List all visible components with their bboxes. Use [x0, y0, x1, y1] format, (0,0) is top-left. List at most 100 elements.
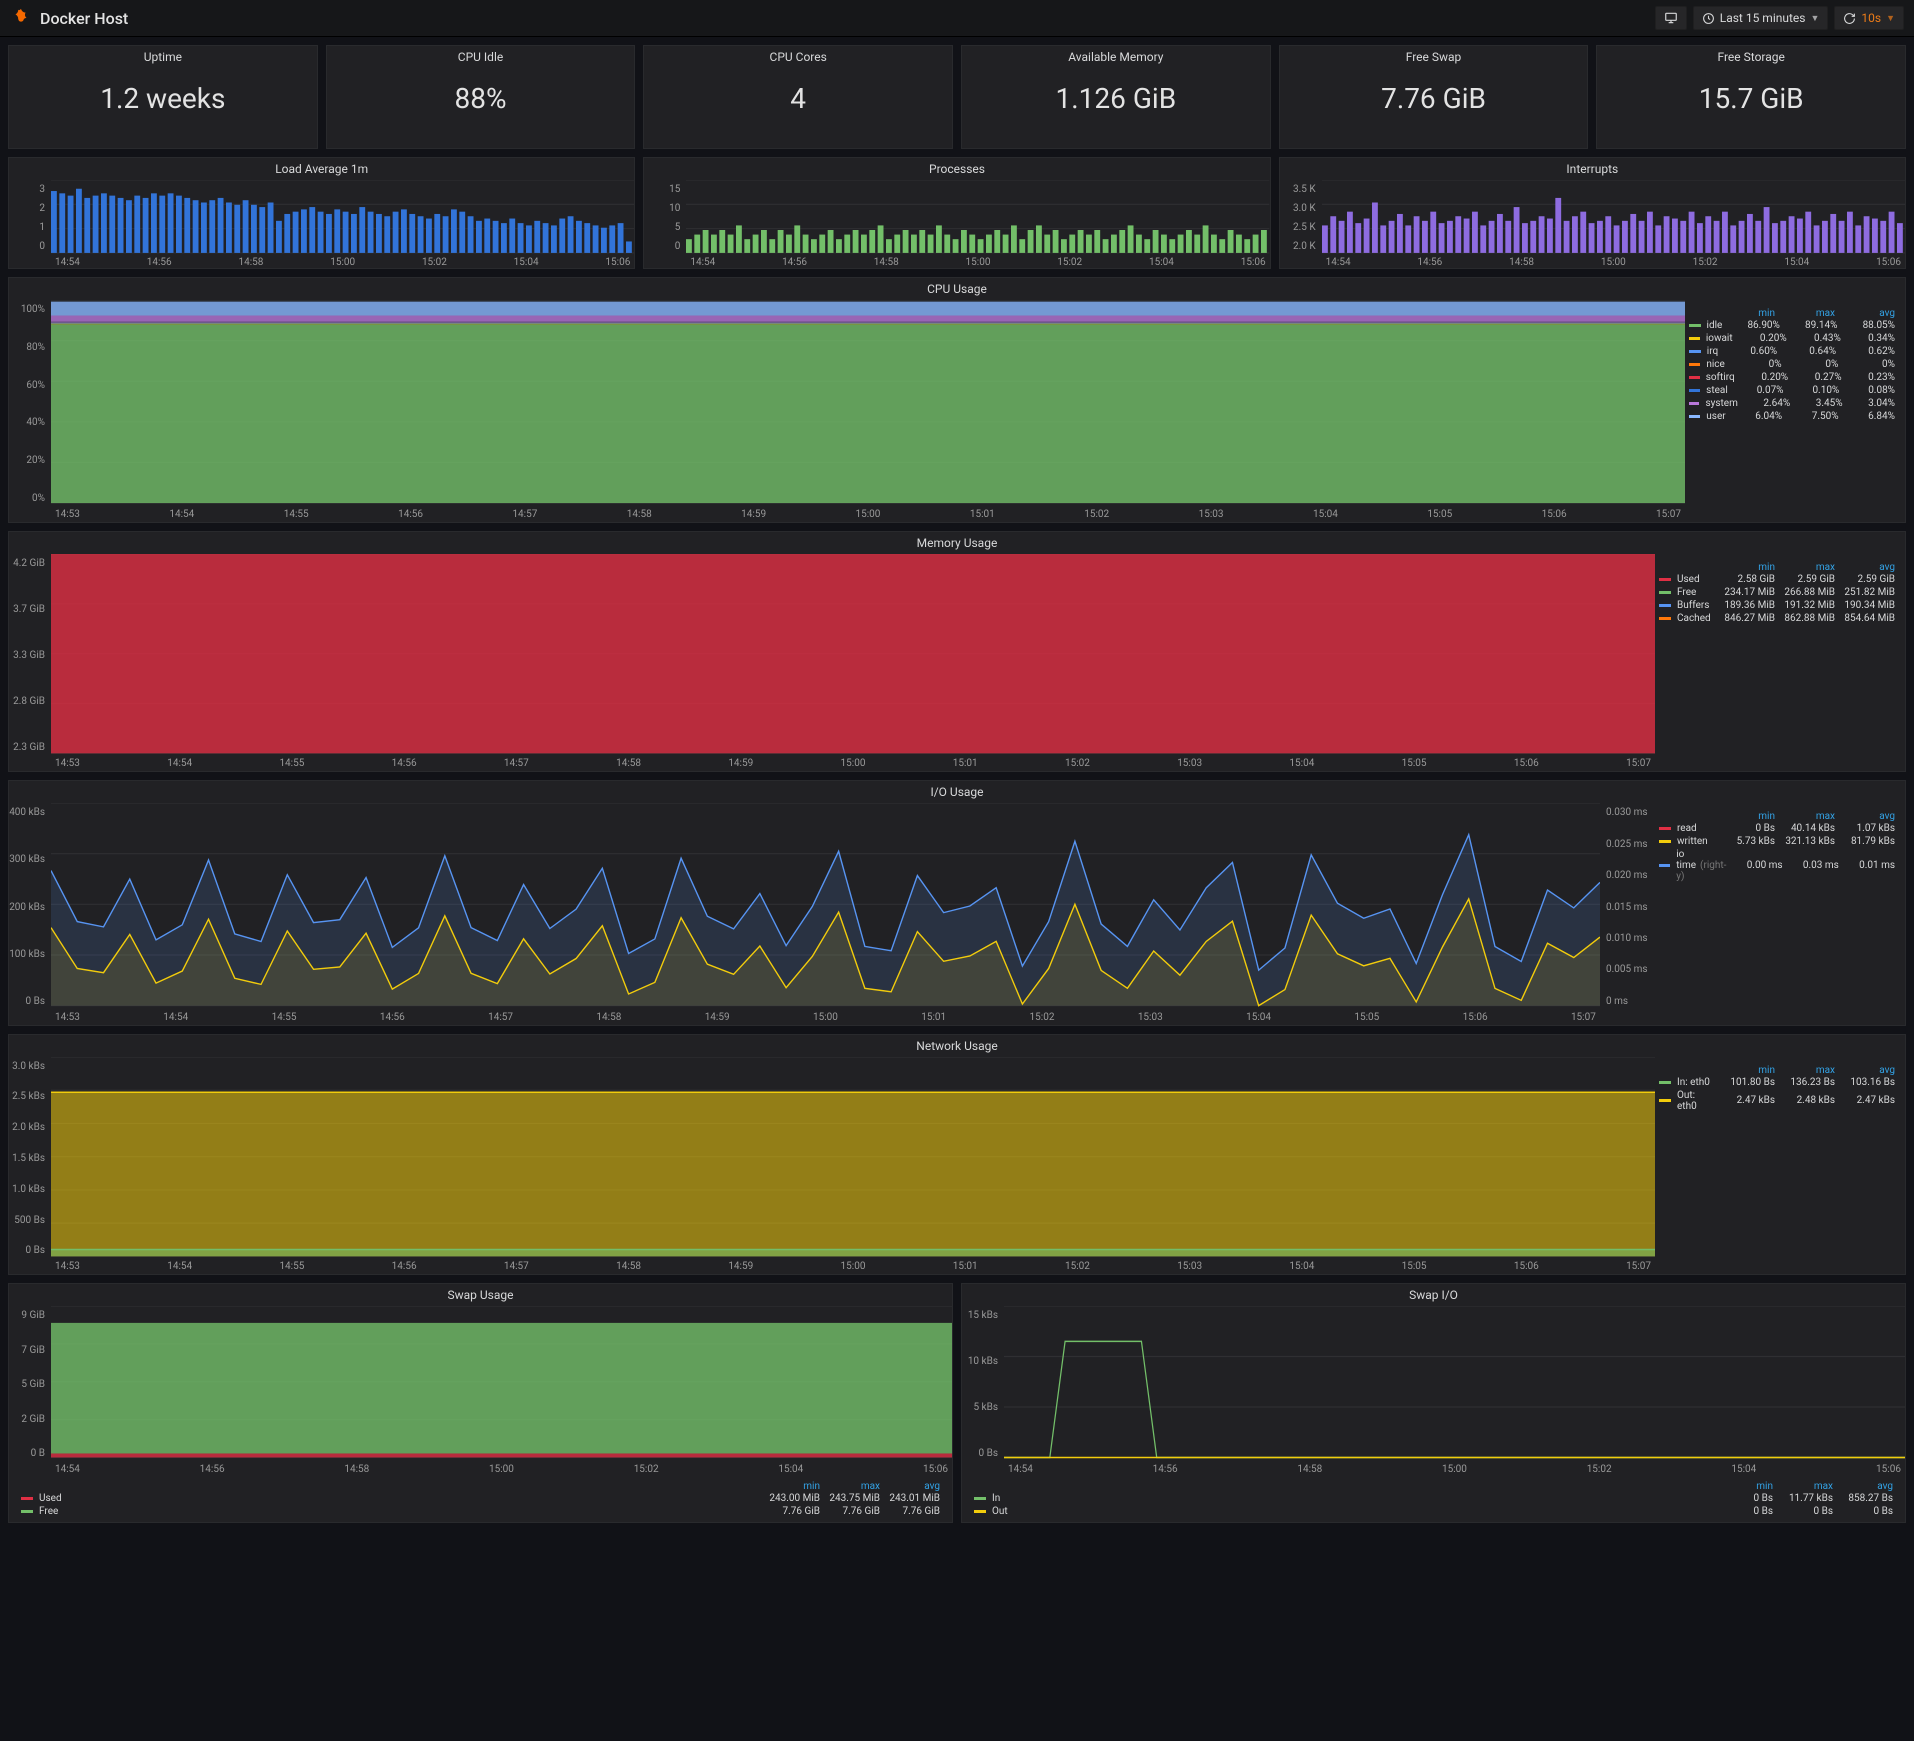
panel-swap-usage[interactable]: Swap Usage 9 GiB7 GiB5 GiB2 GiB0 B 14:54… [8, 1283, 953, 1523]
plot-area[interactable]: 14:5314:5414:5514:5614:5714:5814:5915:00… [51, 554, 1655, 772]
legend: minmaxavgUsed243.00 MiB243.75 MiB243.01 … [9, 1477, 952, 1522]
plot-area[interactable]: 14:5414:5614:5815:0015:0215:0415:06 [1004, 1306, 1905, 1477]
stat-panel[interactable]: CPU Idle 88% [326, 45, 636, 149]
monitor-icon [1664, 11, 1678, 25]
stat-panel[interactable]: Free Storage15.7 GiB [1596, 45, 1906, 149]
refresh-interval-label: 10s [1861, 11, 1881, 25]
header-left: Docker Host [10, 7, 128, 29]
stat-value: 4 [790, 82, 806, 115]
x-axis: 14:5414:5614:5815:0015:0215:0415:06 [1322, 257, 1905, 268]
legend-row[interactable]: iowait0.20%0.43%0.34% [1689, 332, 1895, 345]
tv-mode-button[interactable] [1655, 6, 1687, 30]
stat-label: CPU Cores [770, 46, 827, 68]
refresh-button[interactable]: 10s ▼ [1834, 6, 1904, 30]
legend-row[interactable]: io time(right-y)0.00 ms0.03 ms0.01 ms [1659, 848, 1895, 883]
y-axis: 3.5 K3.0 K2.5 K2.0 K [1280, 180, 1322, 270]
legend-row[interactable]: Free234.17 MiB266.88 MiB251.82 MiB [1659, 586, 1895, 599]
stat-label: Uptime [144, 46, 182, 68]
stat-label: Available Memory [1068, 46, 1163, 68]
stat-label: Free Storage [1718, 46, 1785, 68]
panel-swap-io[interactable]: Swap I/O 15 kBs10 kBs5 kBs0 Bs 14:5414:5… [961, 1283, 1906, 1523]
x-axis: 14:5314:5414:5514:5614:5714:5814:5915:00… [51, 1012, 1600, 1023]
x-axis: 14:5314:5414:5514:5614:5714:5814:5915:00… [51, 758, 1655, 769]
x-axis: 14:5314:5414:5514:5614:5714:5814:5915:00… [51, 1261, 1655, 1272]
legend-row[interactable]: user6.04%7.50%6.84% [1689, 410, 1895, 423]
header-bar: Docker Host Last 15 minutes ▼ 10s ▼ [0, 0, 1914, 37]
chevron-down-icon: ▼ [1886, 13, 1895, 24]
panel-title: Swap I/O [962, 1284, 1905, 1306]
panel-cpu-usage[interactable]: CPU Usage 100%80%60%40%20%0% 14:5314:541… [8, 277, 1906, 523]
y-axis: 400 kBs300 kBs200 kBs100 kBs0 Bs [9, 803, 51, 1024]
plot-area[interactable]: 14:5314:5414:5514:5614:5714:5814:5915:00… [51, 803, 1600, 1024]
stats-row: Uptime 1.2 weeks CPU Idle 88% CPU Cores 4 Avai… [8, 45, 1906, 149]
legend-row[interactable]: Used243.00 MiB243.75 MiB243.01 MiB [21, 1492, 940, 1505]
legend-row[interactable]: Free7.76 GiB7.76 GiB7.76 GiB [21, 1505, 940, 1518]
x-axis: 14:5414:5614:5815:0015:0215:0415:06 [686, 257, 1269, 268]
plot-area[interactable]: 14:5414:5614:5815:0015:0215:0415:06 [1322, 180, 1905, 270]
legend-row[interactable]: Used2.58 GiB2.59 GiB2.59 GiB [1659, 573, 1895, 586]
stat-value: 7.76 GiB [1381, 82, 1486, 115]
legend-row[interactable]: Cached846.27 MiB862.88 MiB854.64 MiB [1659, 612, 1895, 625]
panel-load[interactable]: Load Average 1m 3210 14:5414:5614:5815:0… [8, 157, 635, 269]
stat-panel[interactable]: Free Swap 7.76 GiB [1279, 45, 1589, 149]
y-axis: 15 kBs10 kBs5 kBs0 Bs [962, 1306, 1004, 1477]
header-right: Last 15 minutes ▼ 10s ▼ [1655, 6, 1904, 30]
x-axis: 14:5414:5614:5815:0015:0215:0415:06 [1004, 1464, 1905, 1475]
dashboard-body: Uptime 1.2 weeks CPU Idle 88% CPU Cores 4 Avai… [0, 37, 1914, 1531]
y-axis: 0.030 ms0.025 ms0.020 ms0.015 ms0.010 ms… [1600, 803, 1655, 1024]
panel-title: Swap Usage [9, 1284, 952, 1306]
legend-row[interactable]: written5.73 kBs321.13 kBs81.79 kBs [1659, 835, 1895, 848]
legend: minmaxavgIn0 Bs11.77 kBs858.27 BsOut0 Bs… [962, 1477, 1905, 1522]
legend-row[interactable]: Out: eth02.47 kBs2.48 kBs2.47 kBs [1659, 1089, 1895, 1113]
stat-label: Free Swap [1406, 46, 1462, 68]
legend: minmaxavgidle86.90%89.14%88.05%iowait0.2… [1685, 300, 1905, 522]
plot-area[interactable]: 14:5314:5414:5514:5614:5714:5814:5915:00… [51, 1057, 1655, 1275]
stat-panel[interactable]: CPU Cores 4 [643, 45, 953, 149]
legend-row[interactable]: read0 Bs40.14 kBs1.07 kBs [1659, 822, 1895, 835]
refresh-icon [1843, 12, 1856, 25]
x-axis: 14:5414:5614:5815:0015:0215:0415:06 [51, 1464, 952, 1475]
x-axis: 14:5314:5414:5514:5614:5714:5814:5915:00… [51, 509, 1685, 520]
panel-memory-usage[interactable]: Memory Usage 4.2 GiB3.7 GiB3.3 GiB2.8 Gi… [8, 531, 1906, 773]
legend-row[interactable]: idle86.90%89.14%88.05% [1689, 319, 1895, 332]
stat-value: 88% [455, 82, 507, 115]
plot-area[interactable]: 14:5414:5614:5815:0015:0215:0415:06 [51, 180, 634, 270]
panel-title: Network Usage [9, 1035, 1905, 1057]
legend-row[interactable]: softirq0.20%0.27%0.23% [1689, 371, 1895, 384]
plot-area[interactable]: 14:5314:5414:5514:5614:5714:5814:5915:00… [51, 300, 1685, 522]
panel-processes[interactable]: Processes 151050 14:5414:5614:5815:0015:… [643, 157, 1270, 269]
grafana-logo-icon [10, 7, 32, 29]
panel-title: Load Average 1m [9, 158, 634, 180]
panel-io-usage[interactable]: I/O Usage 400 kBs300 kBs200 kBs100 kBs0 … [8, 780, 1906, 1025]
panel-title: Interrupts [1280, 158, 1905, 180]
stat-panel[interactable]: Available Memory1.126 GiB [961, 45, 1271, 149]
panel-interrupts[interactable]: Interrupts 3.5 K3.0 K2.5 K2.0 K 14:5414:… [1279, 157, 1906, 269]
y-axis: 3210 [9, 180, 51, 270]
legend-row[interactable]: system2.64%3.45%3.04% [1689, 397, 1895, 410]
legend: minmaxavgIn: eth0101.80 Bs136.23 Bs103.1… [1655, 1057, 1905, 1275]
legend-row[interactable]: In: eth0101.80 Bs136.23 Bs103.16 Bs [1659, 1076, 1895, 1089]
panel-title: Processes [644, 158, 1269, 180]
stat-panel[interactable]: Uptime 1.2 weeks [8, 45, 318, 149]
legend-row[interactable]: Buffers189.36 MiB191.32 MiB190.34 MiB [1659, 599, 1895, 612]
plot-area[interactable]: 14:5414:5614:5815:0015:0215:0415:06 [51, 1306, 952, 1477]
legend: minmaxavgread0 Bs40.14 kBs1.07 kBswritte… [1655, 803, 1905, 1024]
stat-label: CPU Idle [458, 46, 503, 68]
y-axis: 4.2 GiB3.7 GiB3.3 GiB2.8 GiB2.3 GiB [9, 554, 51, 772]
legend-row[interactable]: nice0%0%0% [1689, 358, 1895, 371]
y-axis: 100%80%60%40%20%0% [9, 300, 51, 522]
dashboard-title: Docker Host [40, 9, 128, 28]
y-axis: 9 GiB7 GiB5 GiB2 GiB0 B [9, 1306, 51, 1477]
panel-network-usage[interactable]: Network Usage 3.0 kBs2.5 kBs2.0 kBs1.5 k… [8, 1034, 1906, 1276]
time-range-button[interactable]: Last 15 minutes ▼ [1693, 6, 1829, 30]
plot-area[interactable]: 14:5414:5614:5815:0015:0215:0415:06 [686, 180, 1269, 270]
legend-row[interactable]: irq0.60%0.64%0.62% [1689, 345, 1895, 358]
legend-row[interactable]: In0 Bs11.77 kBs858.27 Bs [974, 1492, 1893, 1505]
legend: minmaxavgUsed2.58 GiB2.59 GiB2.59 GiBFre… [1655, 554, 1905, 772]
stat-value: 1.2 weeks [100, 82, 225, 115]
panel-title: Memory Usage [9, 532, 1905, 554]
legend-row[interactable]: steal0.07%0.10%0.08% [1689, 384, 1895, 397]
time-range-label: Last 15 minutes [1720, 11, 1806, 25]
y-axis: 151050 [644, 180, 686, 270]
legend-row[interactable]: Out0 Bs0 Bs0 Bs [974, 1505, 1893, 1518]
